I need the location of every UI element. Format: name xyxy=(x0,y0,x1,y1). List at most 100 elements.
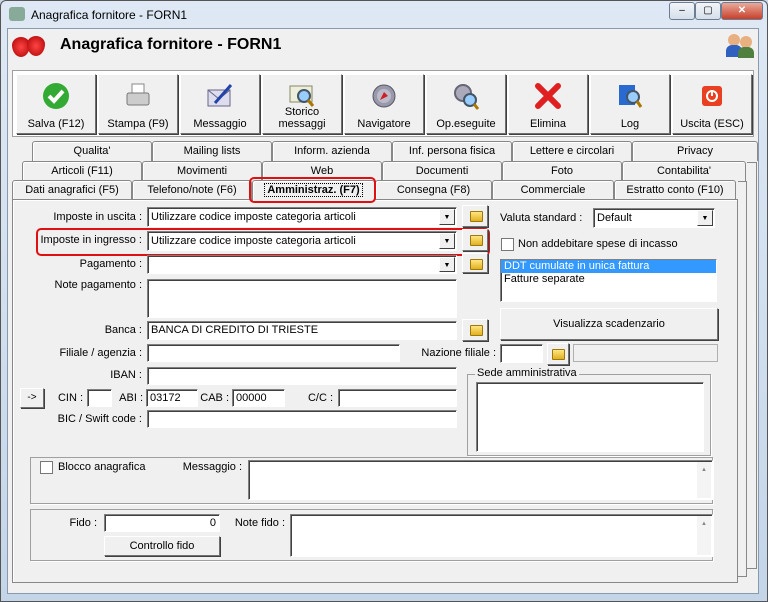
tab-page-edge xyxy=(738,181,747,577)
abi-input[interactable]: 03172 xyxy=(146,389,198,407)
imposte-ingresso-select[interactable]: Utilizzare codice imposte categoria arti… xyxy=(147,231,457,251)
folder-button-pagamento[interactable] xyxy=(462,253,488,273)
filiale-label: Filiale / agenzia : xyxy=(59,347,142,359)
bic-input[interactable] xyxy=(147,410,457,428)
cab-input[interactable]: 00000 xyxy=(232,389,285,407)
close-button[interactable]: ✕ xyxy=(721,2,763,20)
folder-button-imposte-ingresso[interactable] xyxy=(462,229,488,251)
bic-label: BIC / Swift code : xyxy=(57,413,142,425)
blocco-anagrafica-label: Blocco anagrafica xyxy=(58,461,146,473)
tab-label: Inf. persona fisica xyxy=(408,145,496,157)
tab-estratto-conto-f10[interactable]: Estratto conto (F10) xyxy=(614,180,736,200)
tab-inform-azienda[interactable]: Inform. azienda xyxy=(272,141,392,161)
messaggio-label: Messaggio : xyxy=(182,461,242,473)
tab-label: Movimenti xyxy=(176,165,228,177)
toolbar-button-stampa-f9[interactable]: Stampa (F9) xyxy=(98,74,178,134)
filiale-input[interactable] xyxy=(147,344,400,362)
toolbar-button-label: Elimina xyxy=(529,118,567,130)
envelope-pen-icon xyxy=(207,84,233,107)
folder-button-banca[interactable] xyxy=(462,319,488,341)
tab-page-edge xyxy=(747,162,757,569)
folder-icon xyxy=(470,211,483,222)
tab-foto[interactable]: Foto xyxy=(502,161,622,181)
cin-input[interactable] xyxy=(87,389,112,407)
page-title: Anagrafica fornitore - FORN1 xyxy=(60,36,282,53)
imposte-ingresso-value: Utilizzare codice imposte categoria arti… xyxy=(151,235,356,247)
chevron-down-icon[interactable]: ▼ xyxy=(697,210,713,226)
messaggio-textarea[interactable]: ▲▼ xyxy=(248,460,713,500)
note-pagamento-textarea[interactable] xyxy=(147,279,457,318)
tab-label: Inform. azienda xyxy=(294,145,370,157)
iban-compose-button[interactable]: -> xyxy=(20,388,44,408)
valuta-select[interactable]: Default ▼ xyxy=(593,208,715,228)
tab-movimenti[interactable]: Movimenti xyxy=(142,161,262,181)
app-icon xyxy=(9,7,25,21)
folder-button-nazione[interactable] xyxy=(547,343,569,365)
check-icon xyxy=(43,83,69,109)
tab-documenti[interactable]: Documenti xyxy=(382,161,502,181)
cab-label: CAB : xyxy=(200,392,229,404)
list-item[interactable]: Fatture separate xyxy=(501,273,716,286)
tab-telefono-note-f6[interactable]: Telefono/note (F6) xyxy=(132,180,252,200)
tab-contabilita[interactable]: Contabilita' xyxy=(622,161,746,181)
power-icon xyxy=(702,86,722,106)
tab-qualita[interactable]: Qualita' xyxy=(32,141,152,161)
delete-x-icon xyxy=(535,83,561,109)
toolbar-button-salva-f12[interactable]: Salva (F12) xyxy=(16,74,96,134)
chevron-down-icon[interactable]: ▼ xyxy=(439,209,455,225)
sede-amministrativa-textarea[interactable] xyxy=(476,382,704,452)
folder-button-imposte-uscita[interactable] xyxy=(462,205,488,227)
cc-input[interactable] xyxy=(338,389,457,407)
folder-icon xyxy=(470,259,483,270)
tab-lettere-e-circolari[interactable]: Lettere e circolari xyxy=(512,141,632,161)
toolbar-button-messaggio[interactable]: Messaggio xyxy=(180,74,260,134)
nazione-filiale-input[interactable] xyxy=(500,344,543,363)
window-title: Anagrafica fornitore - FORN1 xyxy=(31,8,188,22)
toolbar-button-uscita-esc[interactable]: Uscita (ESC) xyxy=(672,74,752,134)
scrollbar[interactable]: ▲▼ xyxy=(697,462,711,498)
chevron-down-icon[interactable]: ▼ xyxy=(439,257,455,272)
maximize-button[interactable]: ▢ xyxy=(695,2,721,20)
toolbar-button-label: Navigatore xyxy=(357,118,411,130)
toolbar-button-navigatore[interactable]: Navigatore xyxy=(344,74,424,134)
tab-inf-persona-fisica[interactable]: Inf. persona fisica xyxy=(392,141,512,161)
tab-consegna-f8[interactable]: Consegna (F8) xyxy=(375,180,492,200)
iban-input[interactable] xyxy=(147,367,457,385)
tab-label: Telefono/note (F6) xyxy=(147,184,237,196)
imposte-uscita-value: Utilizzare codice imposte categoria arti… xyxy=(151,211,356,223)
non-addebitare-checkbox[interactable] xyxy=(501,238,514,251)
gears-search-icon xyxy=(454,84,480,110)
visualizza-scadenzario-button[interactable]: Visualizza scadenzario xyxy=(500,308,718,340)
blocco-anagrafica-checkbox[interactable] xyxy=(40,461,53,474)
pagamento-select[interactable]: ▼ xyxy=(147,255,457,274)
sede-amministrativa-label: Sede amministrativa xyxy=(475,367,579,379)
imposte-ingresso-label: Imposte in ingresso : xyxy=(40,234,143,246)
compass-icon xyxy=(372,84,396,108)
chevron-down-icon[interactable]: ▼ xyxy=(439,233,455,249)
scrollbar[interactable]: ▲▼ xyxy=(697,516,711,555)
tab-dati-anagrafici-f5[interactable]: Dati anagrafici (F5) xyxy=(12,180,132,200)
imposte-uscita-select[interactable]: Utilizzare codice imposte categoria arti… xyxy=(147,207,457,227)
tab-label: Contabilita' xyxy=(656,165,712,177)
toolbar-button-storico-messaggi[interactable]: Storico messaggi xyxy=(262,74,342,134)
minimize-button[interactable]: – xyxy=(669,2,695,20)
tab-privacy[interactable]: Privacy xyxy=(632,141,758,161)
list-item-selected[interactable]: DDT cumulate in unica fattura xyxy=(501,260,716,273)
tab-articoli-f11[interactable]: Articoli (F11) xyxy=(22,161,142,181)
users-icon[interactable] xyxy=(726,32,756,58)
fatturazione-listbox[interactable]: DDT cumulate in unica fattura Fatture se… xyxy=(500,259,717,302)
folder-icon xyxy=(470,325,483,336)
tab-commerciale[interactable]: Commerciale xyxy=(492,180,614,200)
tab-label: Documenti xyxy=(415,165,469,177)
toolbar-button-label: Op.eseguite xyxy=(436,118,496,130)
toolbar-button-elimina[interactable]: Elimina xyxy=(508,74,588,134)
valuta-value: Default xyxy=(597,212,632,224)
banca-input[interactable]: BANCA DI CREDITO DI TRIESTE xyxy=(147,321,457,340)
toolbar-button-log[interactable]: Log xyxy=(590,74,670,134)
tab-mailing-lists[interactable]: Mailing lists xyxy=(152,141,272,161)
fido-input[interactable]: 0 xyxy=(104,514,220,532)
highlight-box xyxy=(249,177,376,203)
controllo-fido-button[interactable]: Controllo fido xyxy=(104,536,220,556)
toolbar-button-op-eseguite[interactable]: Op.eseguite xyxy=(426,74,506,134)
note-fido-textarea[interactable]: ▲▼ xyxy=(290,514,713,557)
